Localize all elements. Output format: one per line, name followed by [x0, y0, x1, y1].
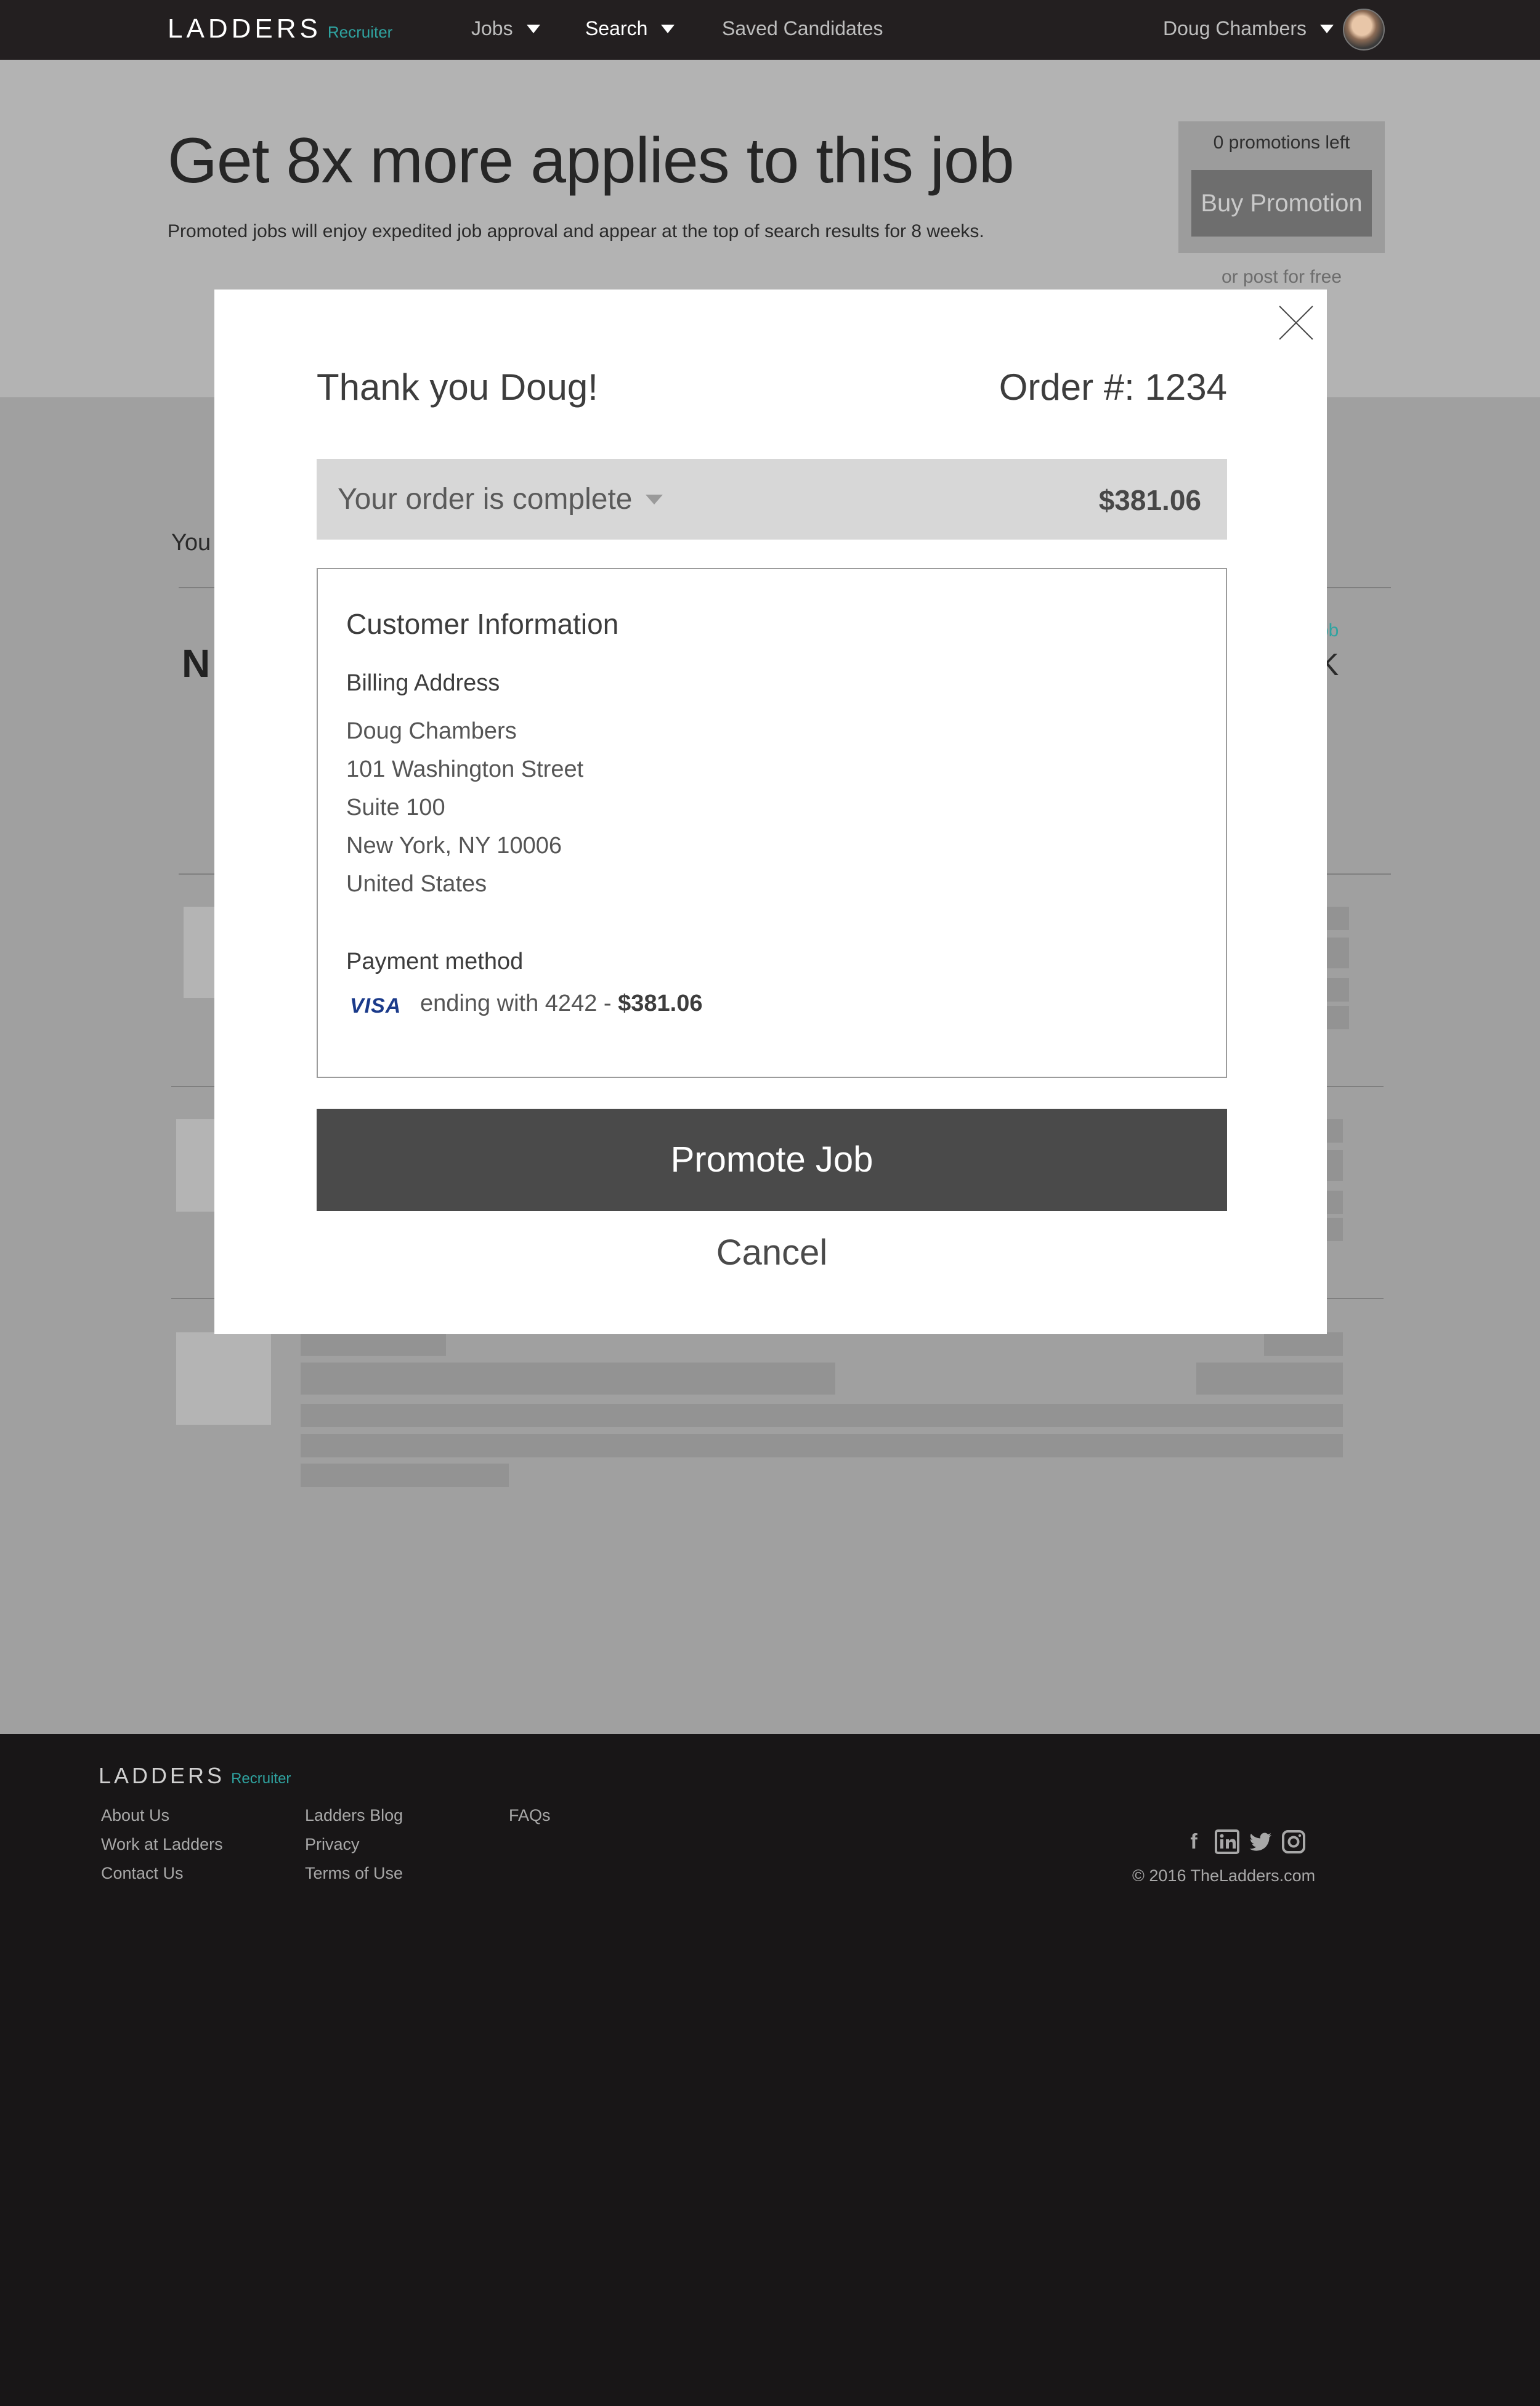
placeholder-bar — [301, 1363, 835, 1395]
footer-link-work[interactable]: Work at Ladders — [101, 1835, 223, 1854]
promotions-left: 0 promotions left — [1213, 132, 1350, 153]
customer-info-title: Customer Information — [346, 608, 619, 640]
buy-promotion-button[interactable]: Buy Promotion — [1191, 170, 1372, 237]
address-line: New York, NY 10006 — [346, 833, 562, 859]
ladders-logo[interactable]: LADDERS Recruiter — [168, 14, 392, 44]
placeholder-bar — [301, 1464, 509, 1487]
facebook-icon[interactable]: f — [1181, 1829, 1206, 1854]
instagram-icon[interactable] — [1281, 1829, 1306, 1854]
avatar[interactable] — [1343, 9, 1385, 51]
nav-saved-candidates-label: Saved Candidates — [722, 17, 883, 39]
visa-icon: VISA — [350, 994, 402, 1018]
order-confirmation-modal: Thank you Doug! Order #: 1234 Your order… — [214, 290, 1327, 1334]
thank-you-heading: Thank you Doug! — [317, 367, 598, 408]
billing-address-title: Billing Address — [346, 670, 500, 696]
footer-logo-wordmark: LADDERS — [99, 1763, 225, 1788]
cancel-button[interactable]: Cancel — [317, 1232, 1227, 1273]
order-status-label: Your order is complete — [338, 483, 633, 516]
chevron-down-icon — [1320, 24, 1334, 33]
close-icon[interactable] — [1278, 304, 1315, 341]
address-line: United States — [346, 871, 487, 897]
chevron-down-icon — [526, 24, 540, 33]
order-status-bar[interactable]: Your order is complete $381.06 — [317, 459, 1227, 540]
payment-detail: ending with 4242 - $381.06 — [420, 990, 703, 1017]
customer-information-panel: Customer Information Billing Address Dou… — [317, 568, 1227, 1078]
address-line: Doug Chambers — [346, 718, 517, 744]
placeholder-bar — [1196, 1363, 1343, 1395]
linkedin-icon[interactable] — [1215, 1829, 1239, 1854]
footer-link-privacy[interactable]: Privacy — [305, 1835, 360, 1854]
social-links: f — [1181, 1829, 1306, 1854]
post-free-link[interactable]: or post for free — [1178, 267, 1385, 288]
footer-link-about[interactable]: About Us — [101, 1806, 169, 1825]
address-line: Suite 100 — [346, 795, 445, 820]
top-navigation: LADDERS Recruiter Jobs Search Saved Cand… — [0, 0, 1540, 60]
chevron-down-icon — [646, 494, 663, 504]
placeholder-bar — [1264, 1332, 1343, 1356]
footer-link-blog[interactable]: Ladders Blog — [305, 1806, 403, 1825]
nav-search-label: Search — [585, 17, 648, 39]
footer-link-faqs[interactable]: FAQs — [509, 1806, 551, 1825]
promote-job-button[interactable]: Promote Job — [317, 1109, 1227, 1211]
logo-wordmark: LADDERS — [168, 14, 322, 44]
footer-logo-product: Recruiter — [231, 1770, 291, 1787]
card-ending: ending with 4242 - — [420, 990, 612, 1016]
hero-subtitle: Promoted jobs will enjoy expedited job a… — [168, 221, 984, 241]
footer-link-terms[interactable]: Terms of Use — [305, 1864, 403, 1883]
nav-search[interactable]: Search — [585, 17, 675, 40]
footer-link-contact[interactable]: Contact Us — [101, 1864, 184, 1883]
order-total: $381.06 — [1098, 484, 1201, 516]
placeholder-bar — [301, 1332, 446, 1356]
placeholder-bar — [301, 1434, 1343, 1457]
nav-jobs-label: Jobs — [471, 17, 513, 39]
placeholder-thumb — [176, 1332, 271, 1425]
company-logo-fragment: N — [182, 641, 211, 686]
order-number: Order #: 1234 — [999, 367, 1227, 408]
payment-amount: $381.06 — [618, 990, 703, 1016]
footer-logo[interactable]: LADDERS Recruiter — [99, 1763, 291, 1789]
order-status: Your order is complete — [338, 482, 663, 516]
placeholder-bar — [301, 1404, 1343, 1427]
twitter-icon[interactable] — [1248, 1829, 1273, 1854]
copyright: © 2016 TheLadders.com — [1132, 1866, 1316, 1885]
promotion-box: 0 promotions left Buy Promotion — [1178, 121, 1385, 253]
nav-saved-candidates[interactable]: Saved Candidates — [722, 17, 883, 40]
chevron-down-icon — [661, 24, 675, 33]
payment-method-title: Payment method — [346, 949, 524, 974]
nav-jobs[interactable]: Jobs — [471, 17, 540, 40]
placeholder-thumb — [176, 1119, 214, 1212]
address-line: 101 Washington Street — [346, 756, 584, 782]
user-menu[interactable]: Doug Chambers — [1163, 17, 1334, 40]
bg-heading-fragment: You — [171, 530, 211, 556]
user-name: Doug Chambers — [1163, 17, 1307, 39]
hero-title: Get 8x more applies to this job — [168, 125, 1015, 196]
placeholder-thumb — [184, 907, 214, 998]
logo-product: Recruiter — [327, 23, 393, 41]
footer: LADDERS Recruiter About Us Work at Ladde… — [0, 1734, 1540, 2406]
